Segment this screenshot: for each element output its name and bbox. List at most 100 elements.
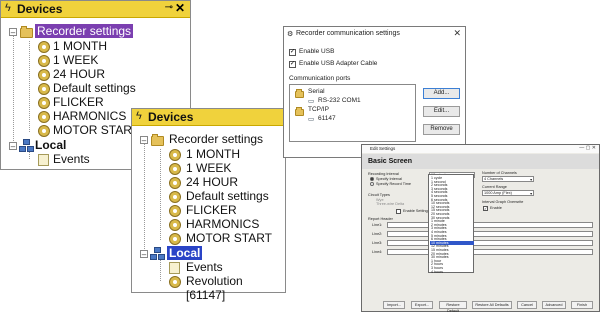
recording-interval-label: Recording Interval xyxy=(368,172,399,176)
edit-button[interactable]: Edit... xyxy=(423,106,460,117)
port-rs232[interactable]: RS-232 COM1 xyxy=(318,97,361,104)
tree-item-harmonics[interactable]: HARMONICS xyxy=(53,109,126,123)
pin-icon[interactable]: ⊸ xyxy=(165,2,173,13)
gear-icon xyxy=(38,125,50,137)
current-range-value: 1000 Amp (Flex) xyxy=(484,191,512,195)
channels-select[interactable]: 4 Channels ▾ xyxy=(482,176,534,182)
events-icon xyxy=(169,262,180,274)
folder-icon xyxy=(295,89,304,98)
lightning-icon: ϟ xyxy=(5,2,11,14)
settings-folder-icon xyxy=(151,134,164,146)
current-range-select[interactable]: 1000 Amp (Flex) ▾ xyxy=(482,190,534,196)
tree-item-recorder-settings[interactable]: Recorder settings xyxy=(169,132,263,146)
tree-item-1-week[interactable]: 1 WEEK xyxy=(186,161,231,175)
interval-dropdown-list[interactable]: 1 cycle 1 second 2 seconds 3 seconds 4 secon… xyxy=(428,174,474,274)
tree-item-recorder-settings[interactable]: Recorder settings xyxy=(35,24,134,38)
page-header: Basic Screen xyxy=(362,154,599,169)
advanced-button[interactable]: Advanced xyxy=(542,301,566,309)
remove-button[interactable]: Remove xyxy=(423,124,460,135)
tree-item-default-settings[interactable]: Default settings xyxy=(186,189,269,203)
window-controls-icon[interactable]: — ▢ ✕ xyxy=(579,145,596,151)
close-icon[interactable]: ✕ xyxy=(175,1,185,15)
expand-toggle[interactable]: – xyxy=(140,136,148,145)
add-button[interactable]: Add... xyxy=(423,88,460,99)
tree-item-1-week[interactable]: 1 WEEK xyxy=(53,53,98,67)
gear-icon xyxy=(38,97,50,109)
tree-item-24-hour[interactable]: 24 HOUR xyxy=(53,67,105,81)
export-button[interactable]: Export... xyxy=(411,301,433,309)
tree-item-events[interactable]: Events xyxy=(53,152,90,166)
ports-tree[interactable]: Serial ▭ RS-232 COM1 TCP/IP ▭ 61147 xyxy=(289,84,416,142)
circuit-types-label: Circuit Types xyxy=(368,193,390,197)
tree-item-motor-start[interactable]: MOTOR START xyxy=(186,231,272,245)
tree-line xyxy=(29,151,30,159)
device-icon xyxy=(169,276,181,288)
enable-usb-adapter-label: Enable USB Adapter Cable xyxy=(299,60,378,67)
port-icon: ▭ xyxy=(308,98,315,105)
folder-icon xyxy=(295,107,304,116)
specify-record-time-label: Specify Record Time xyxy=(376,182,412,186)
tree-item-default-settings[interactable]: Default settings xyxy=(53,81,136,95)
import-button[interactable]: Import... xyxy=(383,301,405,309)
line3-label: Line3: xyxy=(372,241,383,245)
port-tcpip[interactable]: TCP/IP xyxy=(308,106,329,113)
channels-value: 4 Channels xyxy=(484,177,504,181)
enable-settings-label: Enable Settings xyxy=(403,209,430,213)
line1-input[interactable] xyxy=(387,222,593,228)
tree-item-events[interactable]: Events xyxy=(186,260,223,274)
tree-item-1-month[interactable]: 1 MONTH xyxy=(186,147,240,161)
tree-item-harmonics[interactable]: HARMONICS xyxy=(186,217,259,231)
enable-usb-checkbox[interactable]: ✓ xyxy=(289,49,296,56)
ports-label: Communication ports xyxy=(289,75,351,82)
lightning-icon: ϟ xyxy=(136,110,142,122)
line4-input[interactable] xyxy=(387,249,593,255)
comm-settings-dialog: Recorder communication settings ⚙ ✕ ✓ En… xyxy=(283,26,466,158)
restore-all-defaults-button[interactable]: Restore All Defaults xyxy=(472,301,512,309)
line3-input[interactable] xyxy=(387,240,593,246)
tree-line xyxy=(13,35,14,145)
gear-icon xyxy=(169,233,181,245)
tree-item-local[interactable]: Local xyxy=(35,138,66,152)
tree-item-motor-start[interactable]: MOTOR START xyxy=(53,123,139,137)
panel-header: ϟ Devices xyxy=(132,109,285,126)
specify-interval-radio[interactable] xyxy=(370,177,374,181)
line2-label: Line2: xyxy=(372,232,383,236)
line2-input[interactable] xyxy=(387,231,593,237)
enable-usb-label: Enable USB xyxy=(299,48,335,55)
panel-header: ϟ Devices ⊸ ✕ xyxy=(1,1,190,18)
settings-folder-icon xyxy=(20,26,33,38)
tree-item-flicker[interactable]: FLICKER xyxy=(53,95,104,109)
tree-item-1-month[interactable]: 1 MONTH xyxy=(53,39,107,53)
dropdown-option[interactable]: 4 hours xyxy=(430,270,474,274)
gear-icon xyxy=(38,41,50,53)
cancel-button[interactable]: Cancel xyxy=(517,301,537,309)
enable-usb-adapter-checkbox[interactable]: ✓ xyxy=(289,61,296,68)
port-61147[interactable]: 61147 xyxy=(318,115,336,122)
port-serial[interactable]: Serial xyxy=(308,88,325,95)
gear-icon xyxy=(169,191,181,203)
enable-overwrite-checkbox[interactable]: ✓ xyxy=(483,206,488,211)
settings-icon: ⚙ xyxy=(287,31,294,38)
chevron-down-icon: ▾ xyxy=(530,178,532,182)
tree-item-flicker[interactable]: FLICKER xyxy=(186,203,237,217)
panel-title: Devices xyxy=(17,2,63,16)
finish-button[interactable]: Finish xyxy=(571,301,593,309)
expand-toggle[interactable]: – xyxy=(140,250,148,259)
gear-icon xyxy=(38,55,50,67)
expand-toggle[interactable]: – xyxy=(9,28,17,37)
current-range-label: Current Range xyxy=(482,185,507,189)
tree-item-24-hour[interactable]: 24 HOUR xyxy=(186,175,238,189)
events-icon xyxy=(38,154,49,166)
chevron-down-icon: ▾ xyxy=(530,192,532,196)
tree-item-revolution[interactable]: Revolution [61147] xyxy=(186,274,285,302)
circuit-option-2[interactable]: Three-wire Delta xyxy=(376,202,404,206)
enable-overwrite-label: Enable xyxy=(490,206,502,210)
number-of-channels-label: Number of Channels xyxy=(482,171,517,175)
restore-default-button[interactable]: Restore Default xyxy=(439,301,467,313)
close-icon[interactable]: ✕ xyxy=(453,28,461,39)
enable-settings-checkbox[interactable] xyxy=(396,209,401,214)
tree-item-local[interactable]: Local xyxy=(167,246,203,260)
tree-line xyxy=(144,143,145,253)
expand-toggle[interactable]: – xyxy=(9,142,17,151)
specify-record-time-radio[interactable] xyxy=(370,182,374,186)
